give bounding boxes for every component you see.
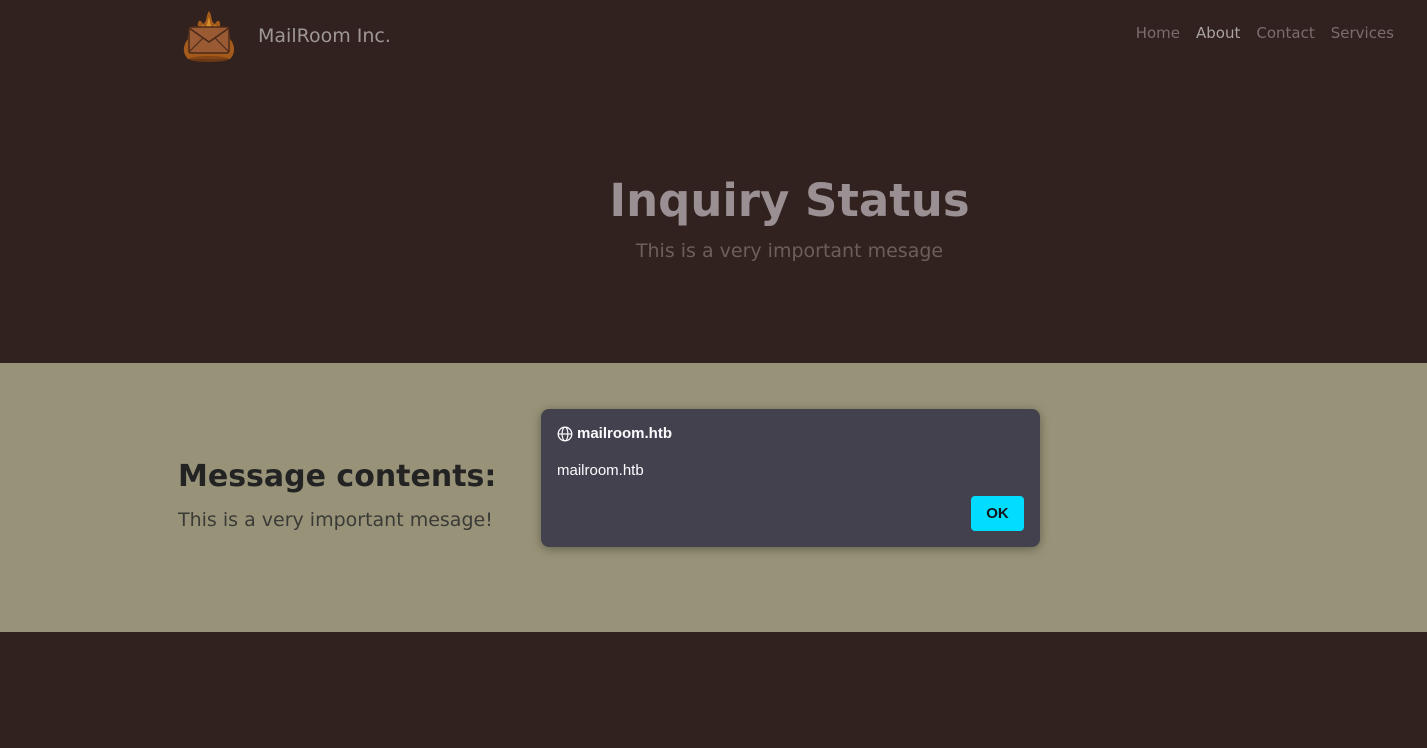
nav-services[interactable]: Services <box>1331 24 1394 42</box>
nav-home[interactable]: Home <box>1136 24 1180 42</box>
main-nav: Home About Contact Services <box>1136 24 1394 42</box>
page: MailRoom Inc. Home About Contact Service… <box>0 0 1427 748</box>
hero-section: Inquiry Status This is a very important … <box>0 72 1427 363</box>
message-body: This is a very important mesage! <box>178 509 493 531</box>
nav-about[interactable]: About <box>1196 24 1240 42</box>
message-heading: Message contents: <box>178 459 497 494</box>
footer <box>0 632 1427 748</box>
nav-contact[interactable]: Contact <box>1256 24 1314 42</box>
alert-dialog: mailroom.htb mailroom.htb OK <box>541 409 1040 547</box>
navbar: MailRoom Inc. Home About Contact Service… <box>0 0 1427 72</box>
dialog-header: mailroom.htb <box>557 425 672 442</box>
dialog-title: mailroom.htb <box>577 425 673 442</box>
flaming-envelope-logo <box>183 11 235 62</box>
ok-button[interactable]: OK <box>971 496 1024 531</box>
page-subtitle: This is a very important mesage <box>635 240 944 262</box>
page-title: Inquiry Status <box>609 174 970 227</box>
globe-icon <box>557 426 573 441</box>
brand-link[interactable]: MailRoom Inc. <box>180 8 391 64</box>
brand-name: MailRoom Inc. <box>258 25 391 47</box>
dialog-message: mailroom.htb <box>557 462 644 479</box>
